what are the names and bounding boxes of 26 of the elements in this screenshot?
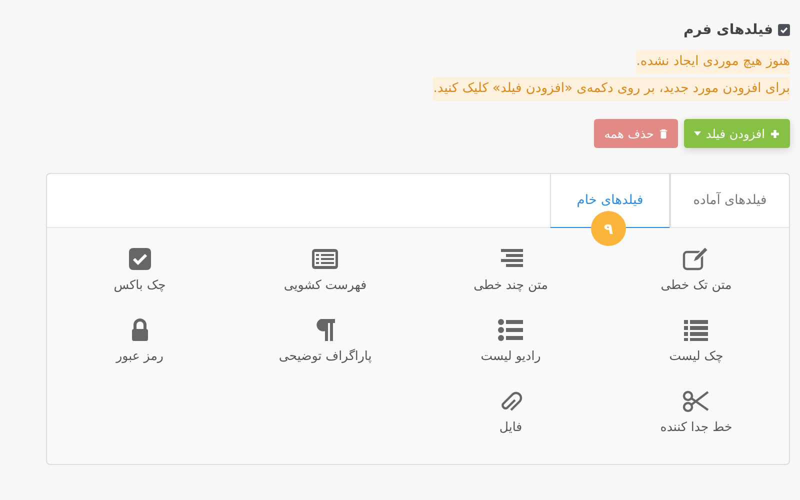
caret-icon — [694, 131, 701, 136]
notice-text: هنوز هیچ موردی ایجاد نشده. — [636, 50, 790, 74]
field-type-label: رادیو لیست — [480, 348, 541, 363]
field-type-label: متن چند خطی — [474, 277, 548, 292]
field-type-label: متن تک خطی — [660, 277, 732, 292]
checkbox[interactable] — [778, 24, 790, 36]
field-type-label: خط جدا کننده — [660, 419, 732, 434]
scissors-icon[interactable] — [682, 389, 710, 413]
field-type-label: فایل — [499, 419, 522, 434]
field-type-label: پاراگراف توضیحی — [278, 348, 372, 363]
notice-text: برای افزودن مورد جدید، بر روی دکمه‌ی «افزودن فیلد» کلیک کنید. — [433, 77, 790, 101]
list-box-icon[interactable] — [311, 247, 340, 271]
trash-icon — [658, 128, 668, 138]
section-title: فیلدهای فرم — [684, 22, 773, 38]
plus-icon — [770, 128, 780, 138]
list-icon[interactable] — [682, 318, 710, 342]
field-type-label: چک باکس — [114, 277, 166, 292]
count-badge: ۹ — [591, 211, 626, 246]
bullet-list-icon[interactable] — [496, 318, 525, 342]
add-field-button[interactable]: افزودن فیلد — [684, 119, 790, 148]
tab[interactable]: فیلدهای آماده — [670, 174, 789, 227]
edit-icon[interactable] — [682, 247, 710, 271]
delete-all-button[interactable]: حذف همه — [594, 119, 678, 148]
field-type-label: چک لیست — [669, 348, 724, 363]
field-type-label: رمز عبور — [116, 348, 164, 363]
field-type-label: فهرست کشویی — [284, 277, 367, 292]
